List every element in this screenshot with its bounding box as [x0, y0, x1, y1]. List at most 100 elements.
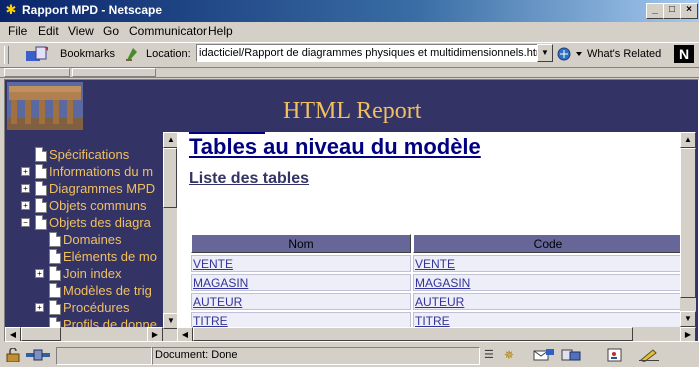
scroll-thumb[interactable] [21, 327, 61, 341]
nav-item[interactable]: + Informations du m [5, 163, 163, 180]
table-link[interactable]: AUTEUR [415, 295, 464, 309]
menu-go[interactable]: Go [103, 24, 119, 38]
table-link[interactable]: AUTEUR [193, 295, 242, 309]
toolbar-grip[interactable] [4, 46, 9, 64]
expand-icon[interactable]: + [21, 201, 30, 210]
scroll-thumb[interactable] [680, 148, 696, 298]
main-horizontal-scrollbar[interactable]: ◀ ▶ [177, 327, 696, 341]
scroll-thumb[interactable] [193, 327, 633, 341]
page-icon [35, 198, 47, 213]
location-label: Location: [146, 48, 191, 60]
nav-item[interactable]: + Objets communs [5, 197, 163, 214]
section-title: Liste des tables [189, 170, 310, 187]
nav-item[interactable]: Spécifications [5, 146, 163, 163]
cell-nom: AUTEUR [191, 293, 411, 310]
nav-item-label[interactable]: Diagrammes MPD [49, 180, 155, 197]
main-scrollbar[interactable]: ▲ ▼ [680, 132, 696, 327]
nav-item-label[interactable]: Informations du m [49, 163, 153, 180]
cell-code: AUTEUR [413, 293, 680, 310]
address-book-icon[interactable] [606, 348, 624, 362]
nav-item-label[interactable]: Domaines [63, 231, 122, 248]
status-bar: Document: Done ☰ ✵ [0, 345, 699, 367]
location-dropdown-button[interactable]: ▼ [537, 44, 553, 62]
expand-icon[interactable]: + [35, 303, 44, 312]
expand-icon[interactable]: + [21, 184, 30, 193]
security-lock-icon[interactable] [4, 347, 22, 363]
menu-file[interactable]: File [8, 24, 27, 38]
bookmarks-icon[interactable] [24, 46, 50, 62]
table-row: MAGASIN MAGASIN [191, 274, 680, 291]
table-link[interactable]: TITRE [415, 314, 450, 328]
nav-item[interactable]: + Diagrammes MPD [5, 180, 163, 197]
nav-item-label[interactable]: Objets des diagra [49, 214, 151, 231]
scroll-left-button[interactable]: ◀ [177, 327, 193, 341]
table-link[interactable]: VENTE [415, 257, 455, 271]
navigation-horizontal-scrollbar[interactable]: ◀ ▶ [5, 327, 163, 341]
whats-related-icon[interactable] [556, 46, 582, 62]
cell-code: TITRE [413, 312, 680, 327]
whats-related-button[interactable]: What's Related [587, 48, 661, 60]
nav-item-label[interactable]: Modèles de trig [63, 282, 152, 299]
table-link[interactable]: TITRE [193, 314, 228, 328]
expand-icon[interactable]: + [21, 167, 30, 176]
page-content: HTML Report Spécifications + Informations … [4, 79, 699, 342]
bookmarks-button[interactable]: Bookmarks [60, 48, 115, 60]
menu-help[interactable]: Help [208, 24, 233, 38]
table-link[interactable]: VENTE [193, 257, 233, 271]
table-row: AUTEUR AUTEUR [191, 293, 680, 310]
page-icon [35, 215, 47, 230]
minimize-button[interactable]: _ [646, 3, 664, 19]
component-bar-grip-icon[interactable]: ☰ [484, 348, 498, 362]
page-icon [35, 164, 47, 179]
collapsed-toolbar-tab[interactable] [4, 68, 70, 77]
mail-icon[interactable] [532, 348, 556, 362]
close-button[interactable]: × [680, 3, 698, 19]
scroll-thumb[interactable] [163, 148, 177, 208]
nav-item[interactable]: + Join index [5, 265, 163, 282]
table-link[interactable]: MAGASIN [415, 276, 470, 290]
tables-list: Nom Code VENTE VENTE MAGASIN MAGASIN AUTEUR A… [189, 232, 680, 327]
composer-icon[interactable] [638, 348, 662, 363]
collapse-icon[interactable]: − [21, 218, 30, 227]
nav-item[interactable]: Domaines [5, 231, 163, 248]
nav-item-label[interactable]: Procédures [63, 299, 129, 316]
maximize-button[interactable]: □ [663, 3, 681, 19]
scroll-left-button[interactable]: ◀ [5, 327, 21, 341]
location-input[interactable]: idacticiel/Rapport de diagrammes physiqu… [196, 44, 540, 62]
nav-item-label[interactable]: Join index [63, 265, 122, 282]
nav-item-label[interactable]: Objets communs [49, 197, 147, 214]
cell-nom: TITRE [191, 312, 411, 327]
nav-item-label[interactable]: Eléments de mo [63, 248, 157, 265]
cell-nom: VENTE [191, 255, 411, 272]
report-banner: HTML Report [5, 80, 698, 132]
nav-item[interactable]: − Objets des diagra [5, 214, 163, 231]
nav-item[interactable]: Modèles de trig [5, 282, 163, 299]
table-link[interactable]: MAGASIN [193, 276, 248, 290]
newsgroups-icon[interactable] [560, 348, 584, 362]
netscape-logo-icon[interactable]: N [674, 45, 694, 63]
page-icon [35, 181, 47, 196]
scroll-up-button[interactable]: ▲ [680, 132, 696, 148]
table-row: VENTE VENTE [191, 255, 680, 272]
cell-nom: MAGASIN [191, 274, 411, 291]
navigator-icon[interactable]: ✵ [504, 348, 520, 362]
scroll-down-button[interactable]: ▼ [680, 311, 696, 327]
page-icon [49, 266, 61, 281]
scroll-right-button[interactable]: ▶ [680, 327, 696, 341]
expand-icon[interactable]: + [35, 269, 44, 278]
navigation-frame: Spécifications + Informations du m + Diagram… [5, 132, 163, 341]
cell-code: VENTE [413, 255, 680, 272]
menu-view[interactable]: View [68, 24, 94, 38]
nav-item[interactable]: + Procédures [5, 299, 163, 316]
scroll-right-button[interactable]: ▶ [147, 327, 163, 341]
page-icon [49, 283, 61, 298]
collapsed-toolbar-tab[interactable] [72, 68, 156, 77]
navigation-scrollbar[interactable]: ▲ ▼ [163, 132, 179, 341]
page-title: Tables au niveau du modèle [189, 134, 481, 159]
menu-communicator[interactable]: Communicator [129, 24, 207, 38]
connection-icon [24, 348, 52, 362]
menu-edit[interactable]: Edit [38, 24, 59, 38]
nav-item-label[interactable]: Spécifications [49, 146, 129, 163]
progress-bar [56, 347, 152, 365]
nav-item[interactable]: Eléments de mo [5, 248, 163, 265]
